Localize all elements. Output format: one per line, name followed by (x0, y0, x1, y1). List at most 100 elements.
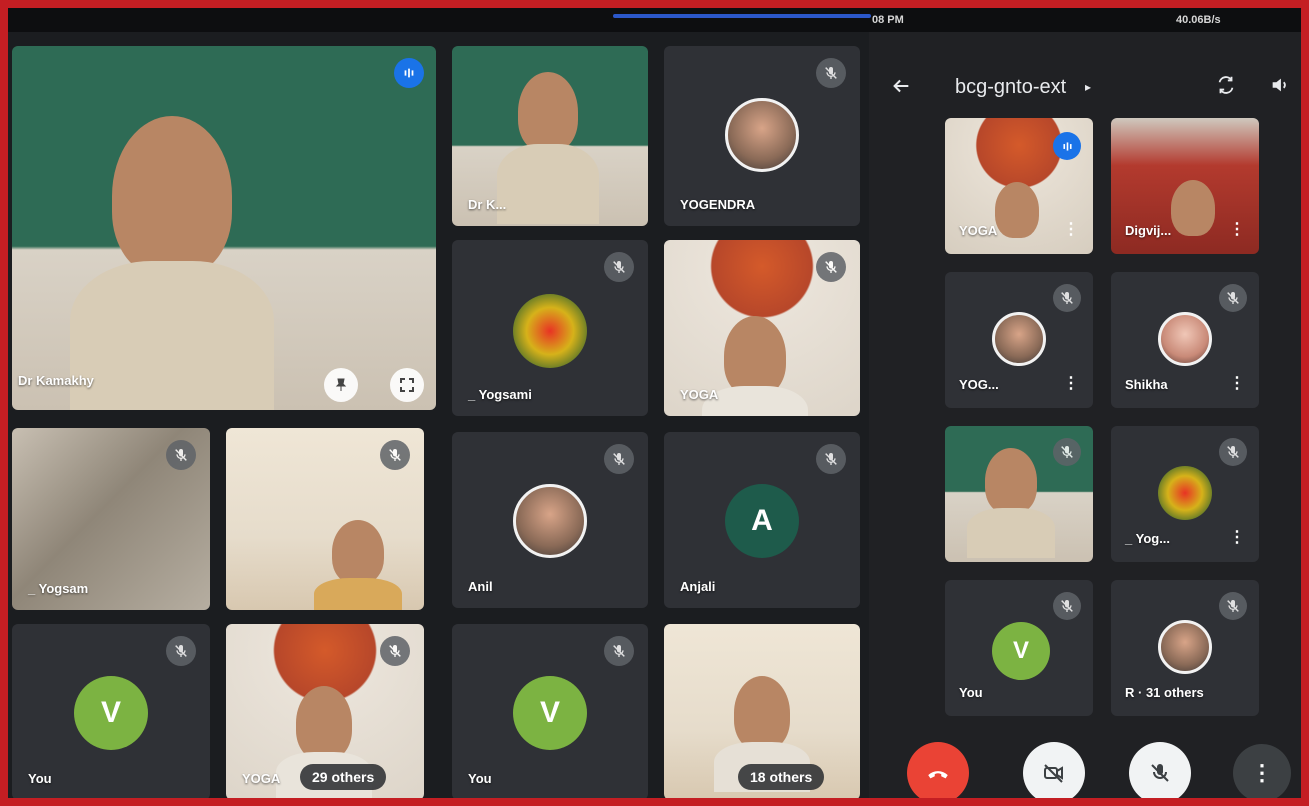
participant-name: _ Yogsami (468, 387, 532, 402)
end-call-icon (928, 771, 948, 779)
status-time: 08 PM (872, 14, 904, 26)
status-bar: 08 PM 40.06B/s (8, 8, 1301, 32)
more-vert-icon[interactable]: ⋮ (1229, 222, 1245, 238)
pin-icon[interactable] (324, 368, 358, 402)
participant-name: _ Yog... (1125, 531, 1171, 546)
participant-tile[interactable] (945, 426, 1093, 562)
participant-tile-main[interactable]: Dr Kamakhy (12, 46, 436, 410)
participant-tile-self[interactable]: V You (452, 624, 648, 798)
camera-off-icon (1044, 764, 1063, 783)
participant-name: YOGENDRA (680, 197, 756, 212)
participant-name: Anil (468, 579, 493, 594)
participant-tile[interactable]: Digvij... ⋮ (1111, 118, 1259, 254)
participant-tile[interactable]: Shikha ⋮ (1111, 272, 1259, 408)
participant-name: Dr K... (468, 197, 507, 212)
participant-name: _ Yogsam (28, 581, 89, 596)
mic-off-icon (604, 444, 634, 474)
participant-grid: Dr Kamakhy Dr K... YOGENDRA _ Yogsami YO… (8, 32, 869, 798)
participant-video (714, 676, 810, 792)
mic-off-icon (1219, 284, 1247, 312)
phone-panel: bcg-gnto-ext ▸ YOGA ⋮ Digvij... ⋮ YOG...… (869, 32, 1301, 798)
mic-off-icon (166, 440, 196, 470)
others-count-badge[interactable]: 29 others (300, 764, 387, 790)
participant-tile[interactable] (226, 428, 424, 610)
participant-tile[interactable]: _ Yogsam (12, 428, 210, 610)
speaking-icon (394, 58, 424, 88)
others-count-badge[interactable]: R · 31 others (1125, 685, 1204, 700)
mic-off-icon (1053, 438, 1081, 466)
more-options-button[interactable]: ⋮ (1233, 744, 1291, 798)
back-arrow-icon[interactable] (887, 72, 915, 100)
participant-name: YOGA (242, 771, 281, 786)
participant-name: YOGA (680, 387, 719, 402)
camera-off-button[interactable] (1023, 742, 1085, 798)
others-count-badge[interactable]: 18 others (738, 764, 825, 790)
more-vert-icon: ⋮ (1251, 760, 1273, 785)
participant-video (702, 316, 808, 416)
mic-off-icon (816, 444, 846, 474)
end-call-button[interactable] (907, 742, 969, 798)
fullscreen-icon[interactable] (390, 368, 424, 402)
more-vert-icon[interactable]: ⋮ (1229, 530, 1245, 546)
participant-tile-self[interactable]: V You (945, 580, 1093, 716)
avatar (725, 98, 799, 172)
participant-video (313, 520, 403, 610)
participant-tile[interactable]: YOGA (664, 240, 860, 416)
mic-off-icon (380, 440, 410, 470)
mic-off-icon (1219, 592, 1247, 620)
avatar (1158, 312, 1212, 366)
avatar: V (513, 676, 587, 750)
participant-video (70, 116, 274, 410)
participant-tile-self[interactable]: V You (12, 624, 210, 798)
participant-video (497, 72, 599, 224)
participant-tile[interactable]: A Anjali (664, 432, 860, 608)
avatar (1158, 466, 1212, 520)
mic-off-icon (604, 252, 634, 282)
participant-tile[interactable]: _ Yog... ⋮ (1111, 426, 1259, 562)
loading-bar (613, 14, 871, 18)
participant-tile[interactable]: Anil (452, 432, 648, 608)
mic-off-icon (1151, 764, 1169, 782)
participant-tile[interactable]: YOGA ⋮ (945, 118, 1093, 254)
participant-name: You (959, 685, 983, 700)
participant-tile-overflow[interactable]: YOGA 29 others (226, 624, 424, 798)
participant-tile[interactable]: YOG... ⋮ (945, 272, 1093, 408)
participant-name: You (468, 771, 492, 786)
more-vert-icon[interactable]: ⋮ (1063, 376, 1079, 392)
mic-off-button[interactable] (1129, 742, 1191, 798)
mic-off-icon (604, 636, 634, 666)
mic-off-icon (166, 636, 196, 666)
mic-off-icon (1053, 284, 1081, 312)
participant-name: Dr Kamakhy (18, 373, 94, 388)
more-vert-icon[interactable]: ⋮ (1063, 222, 1079, 238)
switch-camera-icon[interactable] (1211, 70, 1241, 100)
mic-off-icon (816, 252, 846, 282)
chevron-right-icon: ▸ (1085, 80, 1092, 94)
participant-tile[interactable]: Dr K... (452, 46, 648, 226)
participant-name: You (28, 771, 52, 786)
participant-tile[interactable]: YOGENDRA (664, 46, 860, 226)
participant-name: Digvij... (1125, 223, 1172, 238)
participant-video (966, 448, 1056, 558)
mic-off-icon (1219, 438, 1247, 466)
more-vert-icon[interactable]: ⋮ (1229, 376, 1245, 392)
participant-name: Shikha (1125, 377, 1168, 392)
meet-window: 08 PM 40.06B/s Dr Kamakhy Dr K... YOGEND… (8, 8, 1301, 798)
avatar (513, 484, 587, 558)
participant-tile-overflow[interactable]: 18 others (664, 624, 860, 798)
speaking-icon (1053, 132, 1081, 160)
avatar: V (992, 622, 1050, 680)
participant-name: YOG... (959, 377, 999, 392)
participant-name: YOGA (959, 223, 998, 238)
status-network: 40.06B/s (1176, 14, 1221, 26)
meeting-code[interactable]: bcg-gnto-ext (955, 76, 1066, 99)
participant-tile-overflow[interactable]: R · 31 others (1111, 580, 1259, 716)
avatar: V (74, 676, 148, 750)
speaker-icon[interactable] (1265, 70, 1295, 100)
participant-video (276, 686, 372, 798)
mic-off-icon (380, 636, 410, 666)
avatar (992, 312, 1046, 366)
participant-tile[interactable]: _ Yogsami (452, 240, 648, 416)
mic-off-icon (1053, 592, 1081, 620)
participant-video (995, 182, 1039, 238)
